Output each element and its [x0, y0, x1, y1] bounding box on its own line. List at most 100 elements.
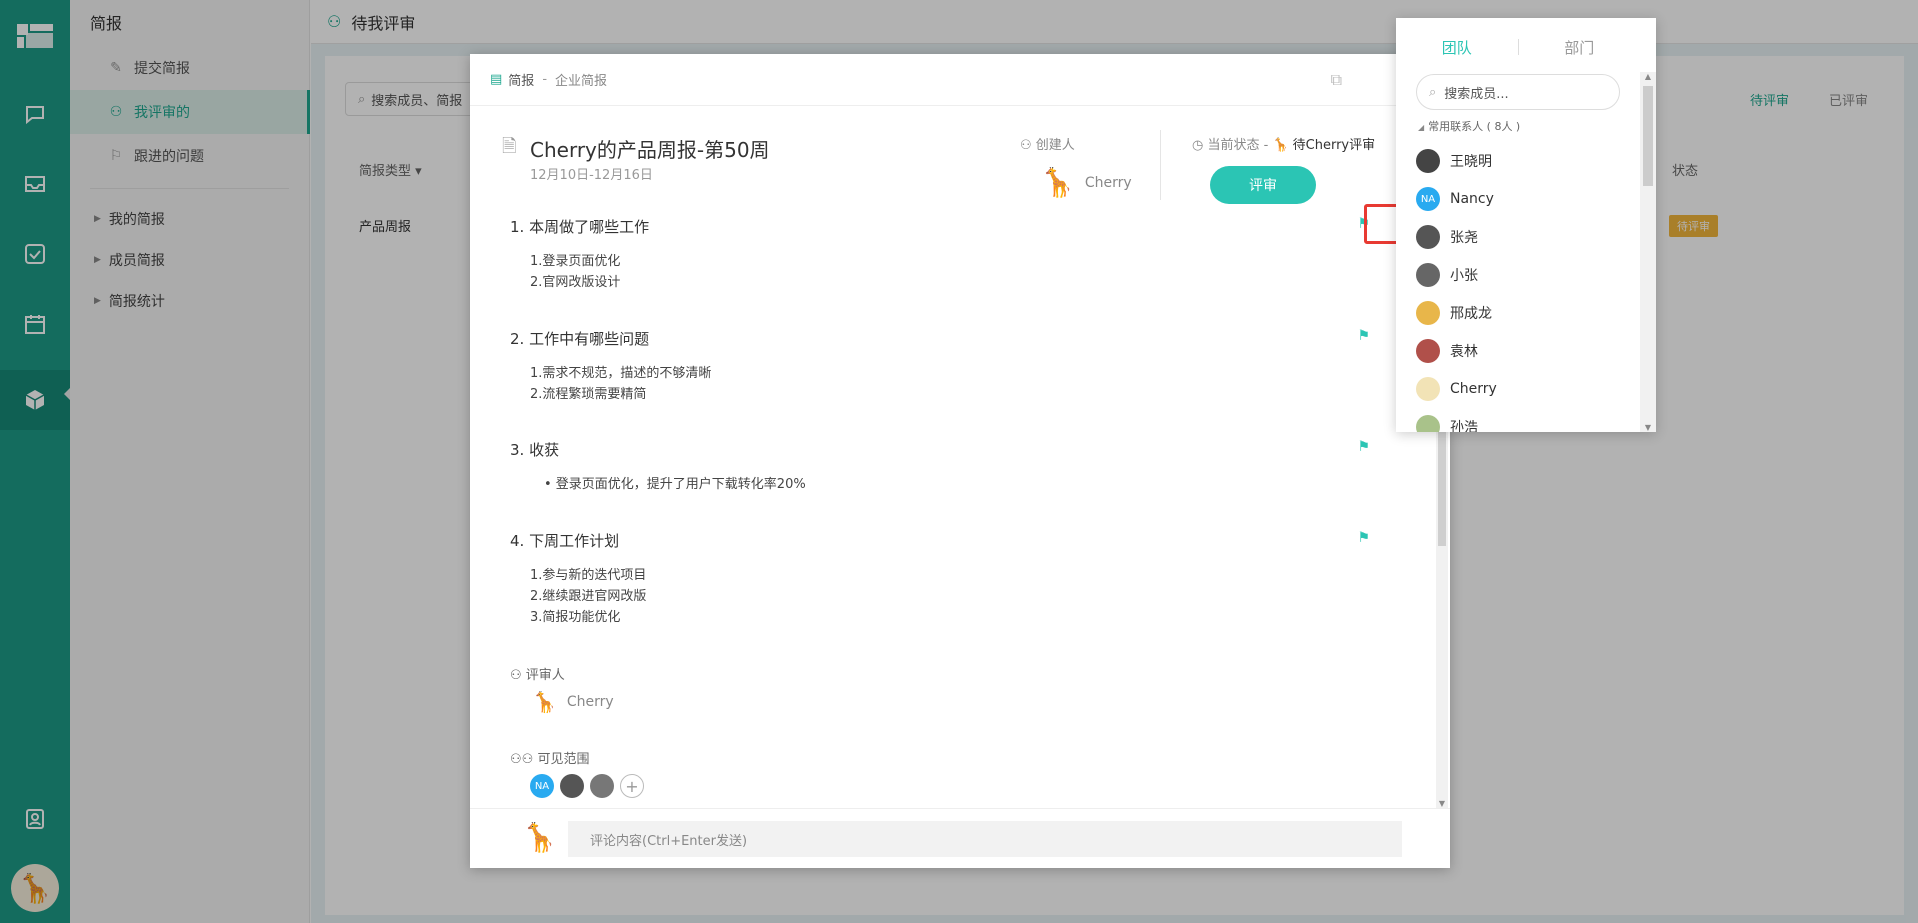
modal-header: ▤ 简报 - 企业简报 ⧉ — [470, 54, 1450, 106]
contact-group[interactable]: ◢ 常用联系人 ( 8人 ) — [1418, 118, 1520, 134]
avatar[interactable] — [590, 774, 614, 798]
clock-icon: ◷ — [1192, 138, 1208, 153]
tab-department[interactable]: 部门 — [1519, 37, 1641, 58]
visible-label-text: 可见范围 — [537, 752, 590, 767]
search-icon: ⌕ — [1429, 84, 1437, 100]
member-name: 小张 — [1450, 268, 1478, 284]
section-line: 2.继续跟进官网改版 — [530, 589, 647, 604]
section-line: 2.流程繁琐需要精简 — [530, 387, 647, 402]
section-content: 1.需求不规范，描述的不够清晰 2.流程繁琐需要精简 — [510, 363, 1390, 405]
member-name: Cherry — [1450, 381, 1497, 397]
flag-icon[interactable]: ⚑ — [1357, 328, 1370, 344]
member-name: 孙浩 — [1450, 420, 1478, 432]
report-section: 1. 本周做了哪些工作 1.登录页面优化 2.官网改版设计 ⚑ — [510, 216, 1390, 293]
section-content: 1.参与新的迭代项目 2.继续跟进官网改版 3.简报功能优化 — [510, 565, 1390, 628]
section-heading: 3. 收获 — [510, 441, 560, 459]
avatar — [1416, 339, 1440, 363]
member-list-item[interactable]: 张尧 — [1396, 218, 1640, 256]
state-label: ◷ 当前状态 - 🦒 待Cherry评审 — [1192, 134, 1375, 153]
section-heading: 2. 工作中有哪些问题 — [510, 330, 650, 348]
avatar — [1416, 301, 1440, 325]
report-section: 3. 收获 • 登录页面优化，提升了用户下载转化率20% ⚑ — [510, 439, 1390, 495]
section-content: • 登录页面优化，提升了用户下载转化率20% — [510, 474, 1390, 495]
contact-group-label: 常用联系人 ( 8人 ) — [1428, 120, 1521, 133]
section-line: 1.需求不规范，描述的不够清晰 — [530, 366, 712, 381]
member-name: 王晓明 — [1450, 154, 1492, 170]
reviewer-avatar: 🦒 — [532, 690, 557, 714]
reviewer-label-text: 评审人 — [525, 668, 565, 683]
avatar — [1416, 377, 1440, 401]
report-title: Cherry的产品周报-第50周 — [530, 138, 770, 162]
avatar: NA — [1416, 187, 1440, 211]
reviewer-name: Cherry — [566, 694, 614, 710]
member-list-item[interactable]: 邢成龙 — [1396, 294, 1640, 332]
member-list-item[interactable]: 王晓明 — [1396, 142, 1640, 180]
breadcrumb-separator: - — [542, 72, 548, 87]
group-icon: ⚇⚇ — [510, 752, 538, 767]
member-picker: 团队 部门 ⌕ 搜索成员... ◢ 常用联系人 ( 8人 ) 王晓明 NA Nancy… — [1396, 18, 1656, 432]
flag-icon[interactable]: ⚑ — [1357, 439, 1370, 455]
add-member-button[interactable]: + — [620, 774, 644, 798]
scroll-down-icon[interactable]: ▼ — [1640, 423, 1656, 432]
creator-label-text: 创建人 — [1035, 138, 1075, 153]
member-name: 张尧 — [1450, 230, 1478, 246]
state-value: 待Cherry评审 — [1292, 138, 1376, 153]
caret-down-icon: ◢ — [1418, 123, 1425, 132]
section-line: 3.简报功能优化 — [530, 610, 621, 625]
breadcrumb-root[interactable]: 简报 — [508, 70, 534, 89]
scroll-thumb[interactable] — [1643, 86, 1653, 186]
avatar — [1416, 415, 1440, 432]
search-placeholder: 搜索成员... — [1444, 86, 1509, 102]
section-heading: 4. 下周工作计划 — [510, 532, 620, 550]
member-list-item[interactable]: Cherry — [1396, 370, 1640, 408]
visible-avatars: NA + — [530, 774, 644, 798]
member-name: 袁林 — [1450, 344, 1478, 360]
section-heading: 1. 本周做了哪些工作 — [510, 218, 650, 236]
section-content: 1.登录页面优化 2.官网改版设计 — [510, 251, 1390, 293]
picker-scrollbar[interactable]: ▲ ▼ — [1640, 72, 1656, 432]
avatar — [1416, 225, 1440, 249]
member-list-item[interactable]: 袁林 — [1396, 332, 1640, 370]
visible-range-label: ⚇⚇ 可见范围 — [510, 748, 589, 767]
member-list-item[interactable]: 小张 — [1396, 256, 1640, 294]
scroll-up-icon[interactable]: ▲ — [1640, 72, 1656, 81]
user-icon: ⚇ — [1020, 138, 1036, 153]
member-name: 邢成龙 — [1450, 306, 1492, 322]
flag-icon[interactable]: ⚑ — [1357, 530, 1370, 546]
member-name: Nancy — [1450, 191, 1494, 207]
avatar[interactable]: NA — [530, 774, 554, 798]
report-doc-icon: 🗎 — [502, 136, 517, 157]
creator: 🦒 Cherry — [1040, 166, 1132, 199]
reviewer: 🦒 Cherry — [532, 690, 614, 714]
avatar — [1416, 149, 1440, 173]
member-search-input[interactable]: ⌕ 搜索成员... — [1416, 74, 1620, 110]
member-list: 王晓明 NA Nancy 张尧小张邢成龙袁林 Cherry 孙浩 — [1396, 142, 1640, 432]
report-date-range: 12月10日-12月16日 — [530, 168, 653, 183]
report-section: 4. 下周工作计划 1.参与新的迭代项目 2.继续跟进官网改版 3.简报功能优化… — [510, 530, 1390, 628]
review-button[interactable]: 评审 — [1210, 166, 1316, 204]
header-divider — [1160, 130, 1161, 200]
state-avatar: 🦒 — [1272, 138, 1289, 153]
section-line: 2.官网改版设计 — [530, 275, 621, 290]
tab-team[interactable]: 团队 — [1396, 37, 1518, 58]
report-icon: ▤ — [490, 72, 503, 87]
user-icon: ⚇ — [510, 668, 526, 683]
state-label-text: 当前状态 - — [1207, 138, 1269, 153]
creator-avatar: 🦒 — [1040, 166, 1075, 199]
comment-input[interactable]: 评论内容(Ctrl+Enter发送) — [568, 821, 1402, 857]
open-external-icon[interactable]: ⧉ — [1331, 70, 1342, 90]
member-list-item[interactable]: 孙浩 — [1396, 408, 1640, 432]
commenter-avatar: 🦒 — [522, 821, 557, 854]
comment-bar: 🦒 评论内容(Ctrl+Enter发送) — [470, 808, 1450, 868]
member-list-item[interactable]: NA Nancy — [1396, 180, 1640, 218]
section-line: 1.参与新的迭代项目 — [530, 568, 647, 583]
report-modal: ▤ 简报 - 企业简报 ⧉ 🗎 Cherry的产品周报-第50周 12月10日-… — [470, 54, 1450, 868]
scroll-down-icon[interactable]: ▼ — [1436, 799, 1448, 808]
avatar[interactable] — [560, 774, 584, 798]
picker-tabs: 团队 部门 — [1396, 32, 1640, 62]
creator-label: ⚇ 创建人 — [1020, 134, 1075, 153]
avatar — [1416, 263, 1440, 287]
breadcrumb-sub: 企业简报 — [555, 74, 608, 89]
section-line: 1.登录页面优化 — [530, 254, 621, 269]
report-section: 2. 工作中有哪些问题 1.需求不规范，描述的不够清晰 2.流程繁琐需要精简 ⚑ — [510, 328, 1390, 405]
